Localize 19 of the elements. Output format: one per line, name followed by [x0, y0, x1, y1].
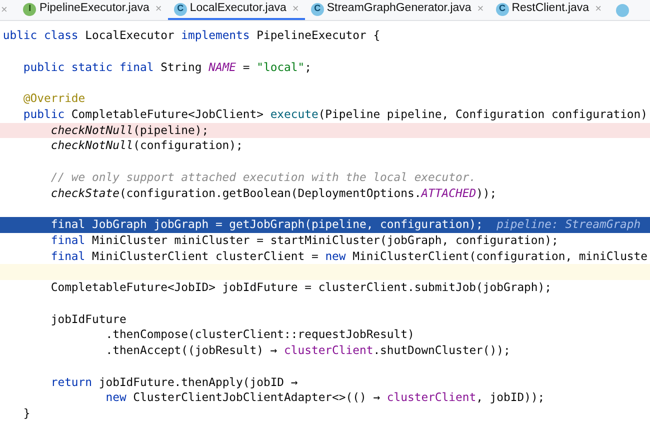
close-icon[interactable]: × [595, 0, 602, 18]
class-icon: C [310, 2, 324, 16]
editor-tab[interactable]: C StreamGraphGenerator.java × [304, 0, 490, 20]
class-icon: C [174, 2, 187, 16]
editor-tab[interactable]: I PipelineExecutor.java × [17, 0, 168, 20]
class-icon: C [496, 2, 509, 16]
code-line: checkNotNull(pipeline); [50, 122, 209, 136]
code-line: final JobGraph jobGraph = getJobGraph(pipeline, configuration); pipeline: StreamGraph [50, 217, 641, 231]
class-icon [616, 4, 629, 16]
close-icon[interactable]: × [292, 0, 299, 18]
tab-label: PipelineExecutor.java [39, 1, 150, 16]
close-icon[interactable]: × [155, 0, 162, 18]
close-icon[interactable]: × [1, 2, 8, 18]
tab-label: RestClient.java [512, 1, 590, 16]
tab-label: StreamGraphGenerator.java [326, 1, 472, 16]
editor-tab[interactable]: C RestClient.java × [490, 0, 608, 20]
close-icon[interactable]: × [477, 0, 484, 18]
tab-label: LocalExecutor.java [190, 1, 286, 16]
interface-icon: I [23, 2, 36, 16]
